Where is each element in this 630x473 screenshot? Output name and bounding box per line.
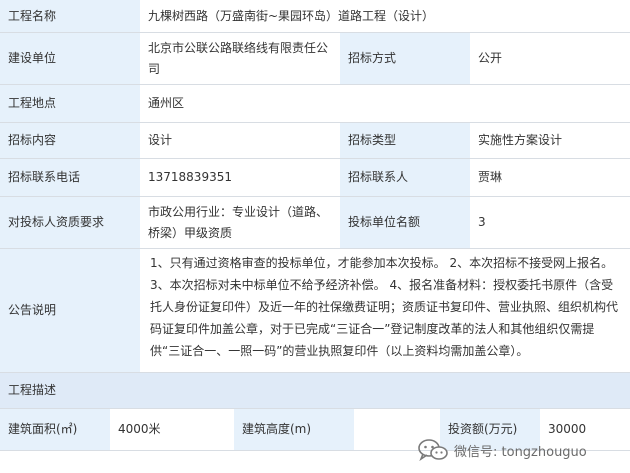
project-name-label: 工程名称 xyxy=(0,0,140,32)
building-area-value: 4000米 xyxy=(110,408,234,450)
bid-content-label: 招标内容 xyxy=(0,122,140,158)
contact-person-value: 贾琳 xyxy=(470,158,630,196)
divider xyxy=(0,84,630,85)
bid-info-table: 工程名称 九棵树西路（万盛南街~果园环岛）道路工程（设计） 建设单位 北京市公联… xyxy=(0,0,630,473)
notice-label: 公告说明 xyxy=(0,248,140,372)
building-area-label: 建筑面积(㎡) xyxy=(0,408,110,450)
wechat-id-text: 微信号: tongzhouguo xyxy=(454,444,587,460)
contact-person-label: 招标联系人 xyxy=(340,158,470,196)
divider xyxy=(0,32,630,33)
divider xyxy=(0,408,630,409)
contact-phone-value: 13718839351 xyxy=(140,158,340,196)
section-title: 工程描述 xyxy=(0,372,630,408)
bid-method-value: 公开 xyxy=(470,32,630,84)
bidder-quota-label: 投标单位名额 xyxy=(340,196,470,248)
location-label: 工程地点 xyxy=(0,84,140,122)
bid-type-value: 实施性方案设计 xyxy=(470,122,630,158)
qualification-value: 市政公用行业：专业设计（道路、桥梁）甲级资质 xyxy=(140,196,340,248)
qualification-label: 对投标人资质要求 xyxy=(0,196,140,248)
builder-value: 北京市公联公路联络线有限责任公司 xyxy=(140,32,340,84)
divider xyxy=(0,372,630,373)
bid-method-label: 招标方式 xyxy=(340,32,470,84)
location-value: 通州区 xyxy=(140,84,630,122)
builder-label: 建设单位 xyxy=(0,32,140,84)
divider xyxy=(0,196,630,197)
wechat-icon xyxy=(418,439,448,461)
contact-phone-label: 招标联系电话 xyxy=(0,158,140,196)
divider xyxy=(0,158,630,159)
wechat-watermark: 微信号: tongzhouguo xyxy=(418,437,587,463)
bid-type-label: 招标类型 xyxy=(340,122,470,158)
project-name-value: 九棵树西路（万盛南街~果园环岛）道路工程（设计） xyxy=(140,0,630,32)
divider xyxy=(0,122,630,123)
divider xyxy=(0,248,630,249)
notice-text: 1、只有通过资格审查的投标单位，才能参加本次投标。 2、本次招标不接受网上报名。… xyxy=(140,248,630,372)
bidder-quota-value: 3 xyxy=(470,196,630,248)
bid-content-value: 设计 xyxy=(140,122,340,158)
building-height-label: 建筑高度(m) xyxy=(234,408,354,450)
